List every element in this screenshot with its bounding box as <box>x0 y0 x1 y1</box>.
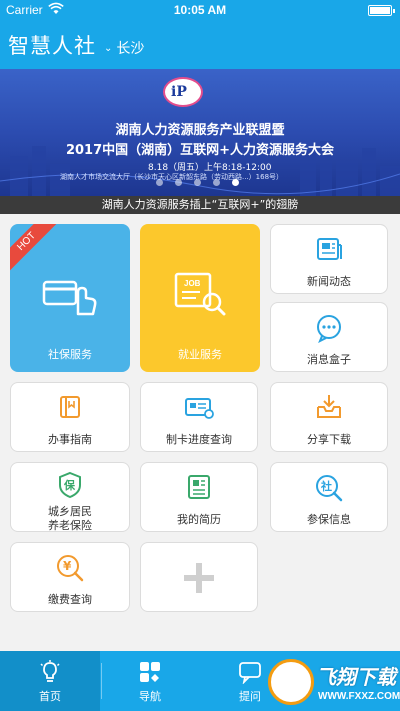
grid-icon <box>140 662 160 682</box>
app-title: 智慧人社 <box>8 34 96 58</box>
banner-caption: 湖南人力资源服务插上“互联网+”的翅膀 <box>0 196 400 214</box>
carousel-dot[interactable] <box>175 179 182 186</box>
share-download-tile[interactable]: 分享下载 <box>270 382 388 452</box>
carousel-dot-active[interactable] <box>232 179 239 186</box>
tab-home[interactable]: 首页 <box>0 651 100 711</box>
message-box-tile[interactable]: 消息盒子 <box>270 302 388 372</box>
banner-carousel[interactable]: iP 湖南人力资源服务产业联盟暨 2017中国（湖南）互联网+人力资源服务大会 … <box>0 69 400 196</box>
search-insurance-icon: 社 <box>316 475 343 502</box>
banner-headline-2: 2017中国（湖南）互联网+人力资源服务大会 <box>65 143 335 158</box>
carousel-dot[interactable] <box>156 179 163 186</box>
social-security-service-tile[interactable]: HOT 社保服务 <box>10 224 130 372</box>
svg-text:保: 保 <box>63 478 76 492</box>
watermark-url: WWW.FXXZ.COM <box>318 691 400 702</box>
tab-label: 导航 <box>139 690 161 703</box>
svg-text:JOB: JOB <box>184 279 201 288</box>
chevron-down-icon: ⌄ <box>104 42 113 54</box>
status-bar: Carrier 10:05 AM <box>0 0 400 20</box>
resume-document-icon <box>188 475 210 499</box>
chat-icon <box>239 662 261 684</box>
tile-label: 就业服务 <box>178 348 222 361</box>
news-tile[interactable]: 新闻动态 <box>270 224 388 294</box>
city-selector[interactable]: ⌄ 长沙 <box>104 38 144 58</box>
tab-label: 首页 <box>39 690 61 703</box>
banner-headline-1: 湖南人力资源服务产业联盟暨 <box>115 123 285 138</box>
banner-venue: 湖南人才市场交流大厅（长沙市天心区新韶东路（劳动西路...）168号） <box>60 173 284 181</box>
watermark-text: 飞翔下载 <box>316 665 396 689</box>
svg-text:¥: ¥ <box>63 559 72 573</box>
carousel-dot[interactable] <box>194 179 201 186</box>
tile-label: 办事指南 <box>48 433 92 446</box>
yuan-search-icon: ¥ <box>57 555 84 582</box>
plus-icon <box>184 563 214 593</box>
guide-book-icon <box>60 396 80 418</box>
add-shortcut-tile[interactable] <box>140 542 258 612</box>
employment-service-tile[interactable]: JOB 就业服务 <box>140 224 260 372</box>
svg-text:社: 社 <box>320 479 332 493</box>
payment-query-tile[interactable]: ¥ 缴费查询 <box>10 542 130 612</box>
clock: 10:05 AM <box>173 3 227 17</box>
alliance-logo: iP <box>163 77 203 107</box>
service-guide-tile[interactable]: 办事指南 <box>10 382 130 452</box>
card-tap-icon <box>42 280 97 316</box>
tile-label: 新闻动态 <box>307 275 351 288</box>
tile-label: 制卡进度查询 <box>166 433 232 446</box>
insurance-info-tile[interactable]: 社 参保信息 <box>270 462 388 532</box>
chat-bubble-icon <box>317 315 341 343</box>
tile-label: 参保信息 <box>307 513 351 526</box>
watermark-logo <box>268 659 314 705</box>
card-progress-tile[interactable]: 制卡进度查询 <box>140 382 258 452</box>
job-search-icon: JOB <box>174 272 226 316</box>
tile-label: 消息盒子 <box>307 353 351 366</box>
download-tray-icon <box>317 395 341 418</box>
watermark: 飞翔下载 WWW.FXXZ.COM <box>266 657 400 709</box>
my-resume-tile[interactable]: 我的简历 <box>140 462 258 532</box>
logo-text: iP <box>171 84 187 100</box>
lightbulb-icon <box>40 660 60 682</box>
tile-label: 我的简历 <box>177 513 221 526</box>
tile-label-line2: 养老保险 <box>48 519 92 532</box>
battery-icon <box>368 5 395 16</box>
carousel-dot[interactable] <box>213 179 220 186</box>
newspaper-icon <box>317 238 342 260</box>
residents-pension-tile[interactable]: 保 城乡居民 养老保险 <box>10 462 130 532</box>
tile-label: 缴费查询 <box>48 593 92 606</box>
shield-icon: 保 <box>59 471 81 499</box>
tile-label: 分享下载 <box>307 433 351 446</box>
nav-bar: 智慧人社 ⌄ 长沙 <box>0 20 400 69</box>
tile-label: 社保服务 <box>48 348 92 361</box>
tab-navigation[interactable]: 导航 <box>100 651 200 711</box>
card-check-icon <box>185 398 214 419</box>
city-label: 长沙 <box>116 41 145 57</box>
